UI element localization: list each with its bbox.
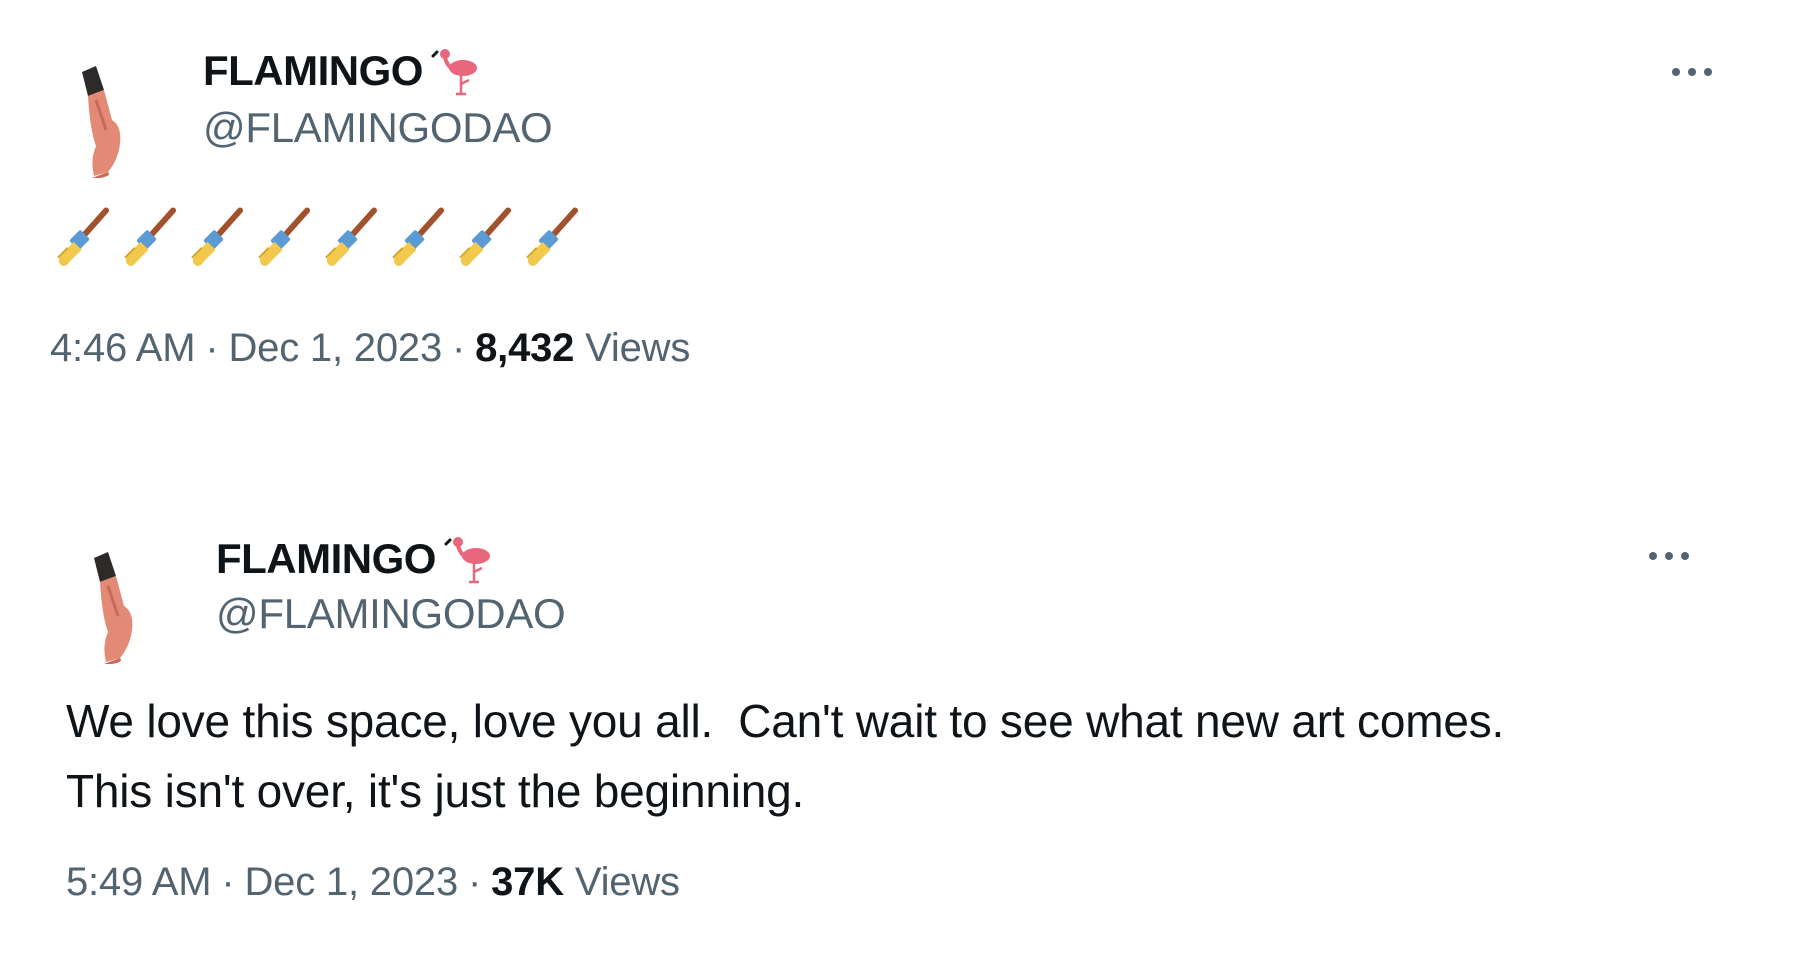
more-options-button[interactable] bbox=[1641, 536, 1697, 576]
views-label: Views bbox=[585, 326, 691, 370]
author-name-row: FLAMINGO bbox=[216, 532, 498, 586]
paintbrush-icon bbox=[387, 206, 446, 270]
tweet-meta: 4:46 AM · Dec 1, 2023 · 8,432 Views bbox=[50, 326, 690, 371]
tweet-card[interactable]: FLAMINGO @FLAMINGODAO We love this space… bbox=[0, 490, 1804, 954]
views-count[interactable]: 37K bbox=[491, 860, 564, 904]
more-dots-icon bbox=[1672, 68, 1712, 76]
author-name-row: FLAMINGO bbox=[203, 44, 485, 98]
views-label: Views bbox=[574, 860, 680, 904]
avatar[interactable] bbox=[62, 60, 152, 180]
paintbrush-icon bbox=[320, 206, 379, 270]
paintbrush-icon bbox=[253, 206, 312, 270]
user-handle[interactable]: @FLAMINGODAO bbox=[216, 590, 566, 638]
avatar[interactable] bbox=[74, 546, 164, 666]
tweet-meta: 5:49 AM · Dec 1, 2023 · 37K Views bbox=[66, 860, 680, 905]
meta-separator: · bbox=[221, 860, 235, 904]
user-handle[interactable]: @FLAMINGODAO bbox=[203, 104, 553, 152]
more-options-button[interactable] bbox=[1664, 52, 1720, 92]
tweet-time[interactable]: 5:49 AM bbox=[66, 860, 212, 904]
display-name[interactable]: FLAMINGO bbox=[216, 535, 436, 583]
tweet-text: We love this space, love you all. Can't … bbox=[66, 695, 1505, 817]
paintbrush-icon bbox=[454, 206, 513, 270]
views-count[interactable]: 8,432 bbox=[475, 326, 574, 370]
tweet-emoji-content bbox=[52, 206, 580, 270]
more-dots-icon bbox=[1649, 552, 1689, 560]
flamingo-icon bbox=[444, 532, 498, 586]
flamingo-icon bbox=[431, 44, 485, 98]
tweet-date[interactable]: Dec 1, 2023 bbox=[228, 326, 442, 370]
tweet-time[interactable]: 4:46 AM bbox=[50, 326, 196, 370]
tweet-date[interactable]: Dec 1, 2023 bbox=[244, 860, 458, 904]
paintbrush-icon bbox=[52, 206, 111, 270]
tweet-card[interactable]: FLAMINGO @FLAMINGODAO 4:46 AM · Dec 1, 202… bbox=[0, 0, 1804, 420]
meta-separator: · bbox=[205, 326, 219, 370]
paintbrush-icon bbox=[119, 206, 178, 270]
meta-separator: · bbox=[452, 326, 466, 370]
paintbrush-icon bbox=[521, 206, 580, 270]
meta-separator: · bbox=[468, 860, 482, 904]
paintbrush-icon bbox=[186, 206, 245, 270]
display-name[interactable]: FLAMINGO bbox=[203, 47, 423, 95]
